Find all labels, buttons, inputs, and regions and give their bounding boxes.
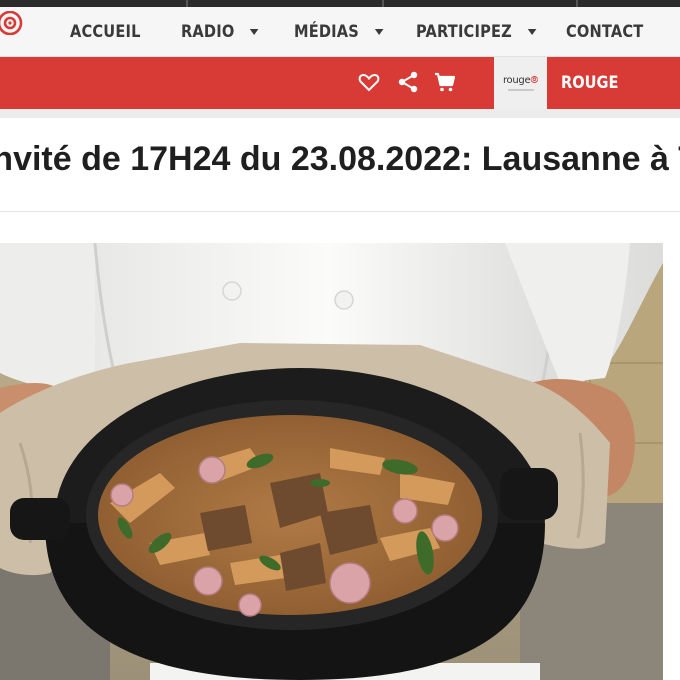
nav-item-contact[interactable]: CONTACT: [566, 7, 643, 57]
strip-divider: [382, 0, 384, 7]
nav-item-accueil[interactable]: ACCUEIL: [70, 7, 141, 57]
station-logo-underline: [507, 89, 534, 91]
station-name-link[interactable]: ROUGE: [561, 57, 619, 109]
strip-divider: [576, 0, 578, 7]
nav-item-label: MÉDIAS: [294, 22, 359, 42]
nav-item-medias[interactable]: MÉDIAS: [294, 7, 384, 57]
chevron-down-icon: [249, 29, 259, 35]
chevron-down-icon: [527, 29, 536, 35]
strip-divider: [186, 0, 188, 7]
chef-dish-photo: [0, 243, 663, 680]
nav-item-participez[interactable]: PARTICIPEZ: [416, 7, 536, 57]
share-icon[interactable]: [396, 70, 420, 94]
station-logo: rouge⦾: [502, 75, 539, 86]
article-header: L'invité de 17H24 du 23.08.2022: Lausann…: [0, 118, 680, 212]
chevron-down-icon: [374, 29, 384, 35]
heart-icon[interactable]: [357, 70, 381, 94]
nav-item-label: ACCUEIL: [70, 22, 141, 42]
nav-item-label: CONTACT: [566, 22, 644, 42]
nav-item-radio[interactable]: RADIO: [181, 7, 259, 57]
article-image: [0, 243, 663, 680]
cart-icon[interactable]: [433, 70, 457, 94]
target-logo-icon[interactable]: [0, 11, 24, 35]
browser-top-strip: [0, 0, 680, 7]
nav-item-label: PARTICIPEZ: [416, 22, 512, 42]
article-title: L'invité de 17H24 du 23.08.2022: Lausann…: [0, 140, 680, 178]
nav-item-label: RADIO: [181, 22, 235, 42]
station-logo-tile[interactable]: rouge⦾: [494, 57, 547, 109]
main-navigation: ACCUEIL RADIO MÉDIAS PARTICIPEZ CONTACT: [0, 7, 680, 57]
station-toolbar: rouge⦾ ROUGE: [0, 57, 680, 109]
section-separator: [0, 109, 680, 118]
